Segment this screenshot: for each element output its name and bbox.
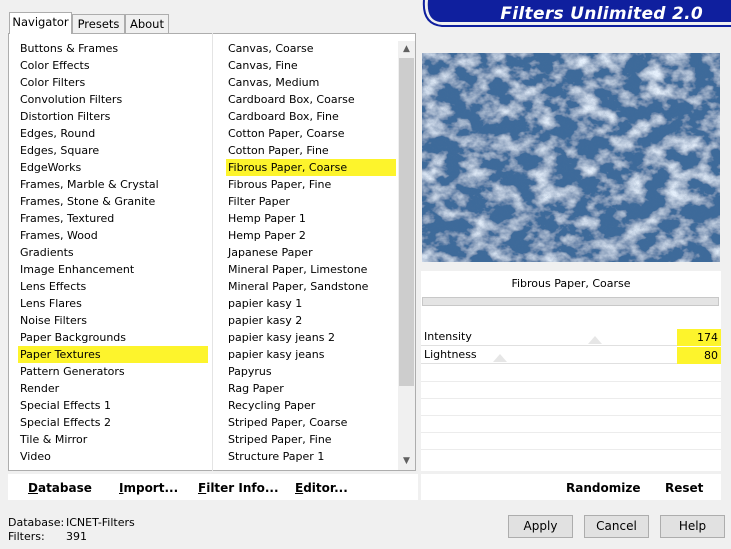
lightness-slider-thumb[interactable]	[493, 354, 507, 362]
selected-filter-label: Fibrous Paper, Coarse	[511, 277, 631, 290]
filter-preview	[422, 53, 720, 262]
intensity-slider-track[interactable]	[421, 345, 677, 346]
filter-list-item[interactable]: Hemp Paper 2	[226, 227, 396, 244]
filter-list-item[interactable]: Structure Paper 1	[226, 448, 396, 465]
empty-param-line	[421, 432, 721, 433]
filter-list-item[interactable]: Japanese Paper	[226, 244, 396, 261]
category-list-item[interactable]: Special Effects 1	[18, 397, 208, 414]
parameters-panel: Fibrous Paper, Coarse Intensity 174 Ligh…	[421, 271, 721, 471]
category-list-item[interactable]: Frames, Stone & Granite	[18, 193, 208, 210]
category-list-item[interactable]: Paper Textures	[18, 346, 208, 363]
filter-list-item[interactable]: Rag Paper	[226, 380, 396, 397]
intensity-value[interactable]: 174	[677, 329, 721, 346]
category-list-item[interactable]: Edges, Square	[18, 142, 208, 159]
import-button[interactable]: Import...	[119, 481, 178, 495]
param-row-intensity[interactable]: Intensity 174	[421, 329, 721, 346]
filter-list-item[interactable]: Filter Paper	[226, 193, 396, 210]
filter-list-item[interactable]: Striped Paper, Coarse	[226, 414, 396, 431]
filter-list-item[interactable]: papier kasy jeans	[226, 346, 396, 363]
filters-count-value: 391	[66, 530, 87, 543]
category-list-item[interactable]: Buttons & Frames	[18, 40, 208, 57]
intensity-label: Intensity	[424, 330, 472, 343]
filter-list-item[interactable]: papier kasy 1	[226, 295, 396, 312]
list-divider	[212, 33, 213, 471]
filter-list-item[interactable]: papier kasy jeans 2	[226, 329, 396, 346]
database-status-value: ICNET-Filters	[66, 516, 135, 529]
filter-list-item[interactable]: Canvas, Fine	[226, 57, 396, 74]
database-status-label: Database:	[8, 516, 65, 529]
category-list-item[interactable]: Frames, Wood	[18, 227, 208, 244]
help-button[interactable]: Help	[660, 515, 725, 538]
category-list-item[interactable]: Video	[18, 448, 208, 465]
category-list[interactable]: Buttons & Frames Color Effects Color Filte…	[18, 40, 208, 465]
filter-list-item[interactable]: papier kasy 2	[226, 312, 396, 329]
app-title: Filters Unlimited 2.0	[500, 4, 703, 24]
filter-list-item[interactable]: Cotton Paper, Coarse	[226, 125, 396, 142]
filter-list-item[interactable]: Hemp Paper 1	[226, 210, 396, 227]
empty-param-line	[421, 398, 721, 399]
filter-list[interactable]: Canvas, Coarse Canvas, Fine Canvas, Medium…	[226, 40, 396, 470]
filter-list-item[interactable]: Canvas, Medium	[226, 74, 396, 91]
lightness-slider-track[interactable]	[421, 363, 677, 364]
chevron-down-icon[interactable]: ▼	[398, 453, 415, 470]
filter-list-item[interactable]: Mineral Paper, Limestone	[226, 261, 396, 278]
category-list-item[interactable]: Edges, Round	[18, 125, 208, 142]
editor-button[interactable]: Editor...	[295, 481, 348, 495]
lightness-value[interactable]: 80	[677, 347, 721, 364]
filter-list-item[interactable]: Canvas, Coarse	[226, 40, 396, 57]
category-list-item[interactable]: Paper Backgrounds	[18, 329, 208, 346]
category-list-item[interactable]: Color Filters	[18, 74, 208, 91]
empty-param-line	[421, 449, 721, 450]
category-list-item[interactable]: Special Effects 2	[18, 414, 208, 431]
filter-list-item[interactable]: Fibrous Paper, Fine	[226, 176, 396, 193]
category-list-item[interactable]: Convolution Filters	[18, 91, 208, 108]
scroll-thumb[interactable]	[399, 58, 414, 386]
category-list-item[interactable]: Pattern Generators	[18, 363, 208, 380]
category-list-item[interactable]: Frames, Textured	[18, 210, 208, 227]
category-list-item[interactable]: EdgeWorks	[18, 159, 208, 176]
lightness-label: Lightness	[424, 348, 477, 361]
filter-list-item[interactable]: Cardboard Box, Fine	[226, 108, 396, 125]
chevron-up-icon[interactable]: ▲	[398, 41, 415, 58]
filter-list-scrollbar[interactable]: ▲ ▼	[398, 41, 415, 470]
tab-navigator[interactable]: Navigator	[9, 12, 72, 34]
param-row-lightness[interactable]: Lightness 80	[421, 347, 721, 364]
category-list-item[interactable]: Lens Flares	[18, 295, 208, 312]
database-button[interactable]: Database	[28, 481, 92, 495]
category-list-item[interactable]: Image Enhancement	[18, 261, 208, 278]
tab-about[interactable]: About	[125, 14, 169, 33]
filters-count-label: Filters:	[8, 530, 45, 543]
category-list-item[interactable]: Tile & Mirror	[18, 431, 208, 448]
randomize-button[interactable]: Randomize	[566, 481, 640, 495]
empty-param-line	[421, 415, 721, 416]
empty-param-line	[421, 381, 721, 382]
category-list-item[interactable]: Frames, Marble & Crystal	[18, 176, 208, 193]
category-list-item[interactable]: Lens Effects	[18, 278, 208, 295]
preview-progress-bar	[422, 297, 719, 306]
category-list-item[interactable]: Noise Filters	[18, 312, 208, 329]
cancel-button[interactable]: Cancel	[584, 515, 649, 538]
title-banner: Filters Unlimited 2.0	[420, 0, 731, 30]
tab-presets[interactable]: Presets	[72, 14, 125, 33]
reset-button[interactable]: Reset	[665, 481, 703, 495]
filter-list-item[interactable]: Recycling Paper	[226, 397, 396, 414]
filter-list-item[interactable]: Cardboard Box, Coarse	[226, 91, 396, 108]
category-list-item[interactable]: Gradients	[18, 244, 208, 261]
filter-info-button[interactable]: Filter Info...	[198, 481, 279, 495]
category-list-item[interactable]: Render	[18, 380, 208, 397]
filter-list-item[interactable]: Mineral Paper, Sandstone	[226, 278, 396, 295]
filter-list-item[interactable]: Papyrus	[226, 363, 396, 380]
filter-list-item[interactable]: Fibrous Paper, Coarse	[226, 159, 396, 176]
filter-list-item[interactable]: Striped Paper, Fine	[226, 431, 396, 448]
category-list-item[interactable]: Distortion Filters	[18, 108, 208, 125]
intensity-slider-thumb[interactable]	[588, 336, 602, 344]
apply-button[interactable]: Apply	[508, 515, 573, 538]
category-list-item[interactable]: Color Effects	[18, 57, 208, 74]
filter-list-item[interactable]: Cotton Paper, Fine	[226, 142, 396, 159]
